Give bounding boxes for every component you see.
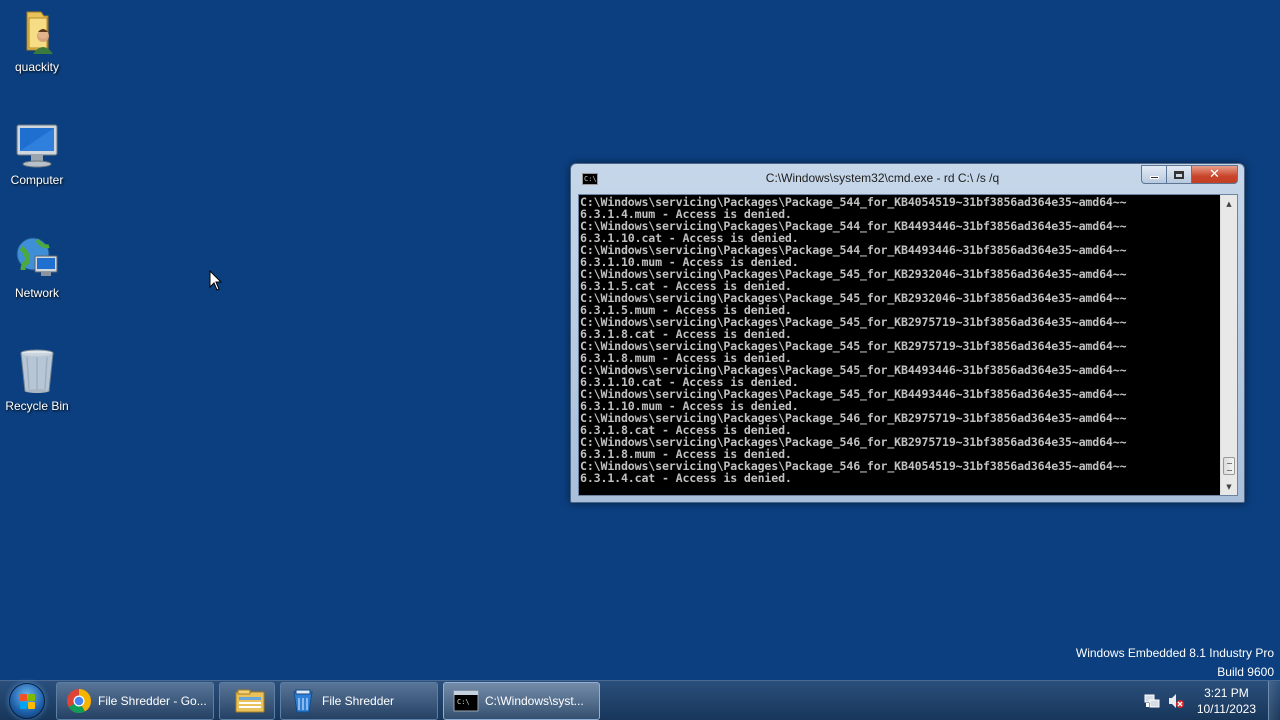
cmd-icon: C:\ bbox=[582, 173, 598, 185]
system-clock[interactable]: 3:21 PM 10/11/2023 bbox=[1197, 685, 1256, 717]
cmd-titlebar[interactable]: C:\ C:\Windows\system32\cmd.exe - rd C:\… bbox=[571, 164, 1244, 192]
console-area[interactable]: C:\Windows\servicing\Packages\Package_54… bbox=[578, 194, 1238, 496]
arrow-down-icon: ▼ bbox=[1226, 482, 1232, 491]
mouse-cursor-icon bbox=[209, 270, 223, 291]
show-desktop-button[interactable] bbox=[1268, 681, 1280, 720]
minimize-icon bbox=[1149, 176, 1159, 179]
taskbar: File Shredder - Go... File Shredder C:\ … bbox=[0, 680, 1280, 720]
cmd-window[interactable]: C:\ C:\Windows\system32\cmd.exe - rd C:\… bbox=[570, 163, 1245, 503]
network-tray-icon[interactable] bbox=[1144, 693, 1160, 709]
desktop-icon-recycle-bin[interactable]: Recycle Bin bbox=[0, 347, 74, 413]
minimize-button[interactable] bbox=[1141, 165, 1167, 184]
watermark-edition: Windows Embedded 8.1 Industry Pro bbox=[1075, 646, 1274, 660]
close-button[interactable]: ✕ bbox=[1192, 165, 1238, 184]
desktop-icon-label: quackity bbox=[14, 60, 60, 74]
volume-muted-icon[interactable] bbox=[1168, 693, 1184, 709]
file-explorer-icon bbox=[234, 688, 265, 714]
scroll-up-button[interactable]: ▲ bbox=[1221, 195, 1237, 212]
windows-watermark: Windows Embedded 8.1 Industry Pro Build … bbox=[1076, 644, 1274, 682]
maximize-icon bbox=[1174, 170, 1184, 179]
windows-start-orb-icon bbox=[9, 683, 45, 719]
taskbar-button-label: C:\Windows\syst... bbox=[485, 694, 584, 708]
scroll-thumb[interactable] bbox=[1223, 457, 1235, 475]
desktop-icon-label: Recycle Bin bbox=[5, 399, 69, 413]
network-icon bbox=[13, 234, 61, 282]
maximize-button[interactable] bbox=[1167, 165, 1192, 184]
desktop-icon-label: Network bbox=[14, 286, 59, 300]
close-icon: ✕ bbox=[1209, 167, 1220, 182]
scroll-down-button[interactable]: ▼ bbox=[1221, 478, 1237, 495]
window-controls: ✕ bbox=[1141, 165, 1238, 184]
recycle-bin-icon bbox=[13, 347, 61, 395]
user-folder-icon bbox=[13, 8, 61, 56]
desktop-icon-quackity[interactable]: quackity bbox=[0, 8, 74, 74]
desktop-icon-network[interactable]: Network bbox=[0, 234, 74, 300]
clock-date: 10/11/2023 bbox=[1196, 702, 1256, 716]
arrow-up-icon: ▲ bbox=[1226, 199, 1232, 208]
console-output: C:\Windows\servicing\Packages\Package_54… bbox=[580, 196, 1220, 494]
desktop-icon-label: Computer bbox=[10, 173, 64, 187]
taskbar-button-label: File Shredder - Go... bbox=[98, 694, 207, 708]
system-tray: 3:21 PM 10/11/2023 bbox=[1140, 681, 1280, 720]
chrome-icon bbox=[66, 688, 92, 714]
desktop-icon-computer[interactable]: Computer bbox=[0, 121, 74, 187]
start-button[interactable] bbox=[3, 682, 51, 720]
taskbar-button-cmd[interactable]: C:\ C:\Windows\syst... bbox=[443, 682, 600, 720]
svg-text:C:\: C:\ bbox=[457, 698, 470, 706]
window-title: C:\Windows\system32\cmd.exe - rd C:\ /s … bbox=[765, 171, 1000, 185]
file-shredder-icon bbox=[290, 688, 316, 714]
taskbar-button-label: File Shredder bbox=[322, 694, 395, 708]
computer-icon bbox=[13, 121, 61, 169]
taskbar-button-chrome[interactable]: File Shredder - Go... bbox=[56, 682, 214, 720]
vertical-scrollbar[interactable]: ▲ ▼ bbox=[1220, 195, 1237, 495]
cmd-icon: C:\ bbox=[453, 688, 479, 714]
clock-time: 3:21 PM bbox=[1204, 686, 1249, 700]
taskbar-button-file-explorer[interactable] bbox=[219, 682, 275, 720]
taskbar-button-file-shredder[interactable]: File Shredder bbox=[280, 682, 438, 720]
console-line: 6.3.1.4.cat - Access is denied. bbox=[580, 471, 792, 485]
